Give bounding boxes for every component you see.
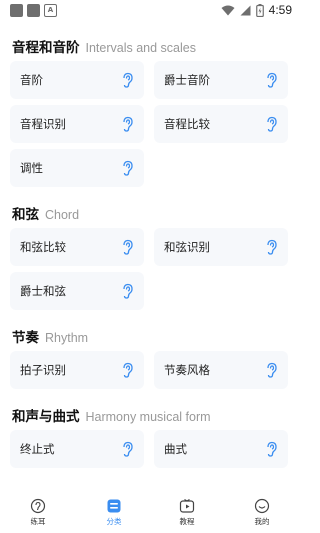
card-label: 音程识别 [20, 117, 66, 131]
ear-icon [267, 239, 277, 255]
card-label: 调性 [20, 161, 43, 175]
section-title-zh: 和弦 [12, 207, 39, 223]
section-title-en: Intervals and scales [85, 41, 196, 55]
ear-icon [123, 160, 133, 176]
status-time: 4:59 [268, 3, 292, 17]
category-icon [107, 499, 121, 513]
status-notifications: A [10, 4, 57, 17]
tab-tutorial[interactable]: 教程 [157, 498, 217, 527]
ear-icon [123, 72, 133, 88]
notification-square-icon [27, 4, 40, 17]
section-title-zh: 节奏 [12, 330, 39, 346]
card-interval-comparison[interactable]: 音程比较 [154, 105, 288, 143]
ear-icon [123, 362, 133, 378]
tab-category[interactable]: 分类 [84, 498, 144, 527]
section-title-zh: 和声与曲式 [12, 409, 80, 425]
ear-icon [267, 441, 277, 457]
card-label: 爵士和弦 [20, 284, 66, 298]
section-title-rhythm: 节奏 Rhythm [12, 326, 88, 346]
card-chord-comparison[interactable]: 和弦比较 [10, 228, 144, 266]
card-interval-recognition[interactable]: 音程识别 [10, 105, 144, 143]
section-title-en: Rhythm [45, 331, 89, 345]
tab-profile[interactable]: 我的 [232, 498, 292, 527]
card-jazz-scale[interactable]: 爵士音阶 [154, 61, 288, 99]
ear-icon [267, 362, 277, 378]
section-title-harmony: 和声与曲式 Harmony musical form [12, 405, 211, 425]
tutorial-play-icon [179, 499, 195, 513]
ear-icon [123, 283, 133, 299]
card-label: 音阶 [20, 73, 43, 87]
notification-square-icon [10, 4, 23, 17]
section-title-en: Harmony musical form [85, 410, 211, 424]
tab-label: 练耳 [30, 517, 46, 526]
card-jazz-chord[interactable]: 爵士和弦 [10, 272, 144, 310]
card-label: 拍子识别 [20, 363, 66, 377]
card-label: 音程比较 [164, 117, 210, 131]
section-title-zh: 音程和音阶 [12, 40, 80, 56]
card-label: 和弦比较 [20, 240, 66, 254]
card-label: 曲式 [164, 442, 187, 456]
a-badge-icon: A [44, 4, 57, 17]
ear-circle-icon [30, 498, 46, 514]
card-tonality[interactable]: 调性 [10, 149, 144, 187]
ear-icon [123, 116, 133, 132]
card-label: 爵士音阶 [164, 73, 210, 87]
profile-smile-icon [254, 498, 270, 514]
ear-icon [267, 116, 277, 132]
card-scale[interactable]: 音阶 [10, 61, 144, 99]
wifi-icon [221, 5, 235, 15]
section-title-en: Chord [45, 208, 80, 222]
card-label: 节奏风格 [164, 363, 210, 377]
bottom-tab-bar: 练耳 分类 教程 我的 [0, 492, 300, 533]
battery-icon [255, 3, 264, 17]
card-chord-recognition[interactable]: 和弦识别 [154, 228, 288, 266]
tab-label: 教程 [179, 517, 195, 526]
status-system: 4:59 [221, 3, 292, 17]
tab-label: 我的 [254, 517, 270, 526]
card-label: 终止式 [20, 442, 55, 456]
tab-label: 分类 [106, 517, 122, 526]
ear-icon [267, 72, 277, 88]
ear-icon [123, 239, 133, 255]
card-label: 和弦识别 [164, 240, 210, 254]
card-musical-form[interactable]: 曲式 [154, 430, 288, 468]
card-cadence[interactable]: 终止式 [10, 430, 144, 468]
ear-icon [123, 441, 133, 457]
card-meter-recognition[interactable]: 拍子识别 [10, 351, 144, 389]
status-bar: A 4:59 [0, 0, 300, 22]
section-title-intervals: 音程和音阶 Intervals and scales [12, 36, 196, 56]
tab-ear-training[interactable]: 练耳 [8, 498, 68, 527]
signal-icon [240, 5, 251, 15]
section-title-chord: 和弦 Chord [12, 203, 79, 223]
card-rhythm-style[interactable]: 节奏风格 [154, 351, 288, 389]
